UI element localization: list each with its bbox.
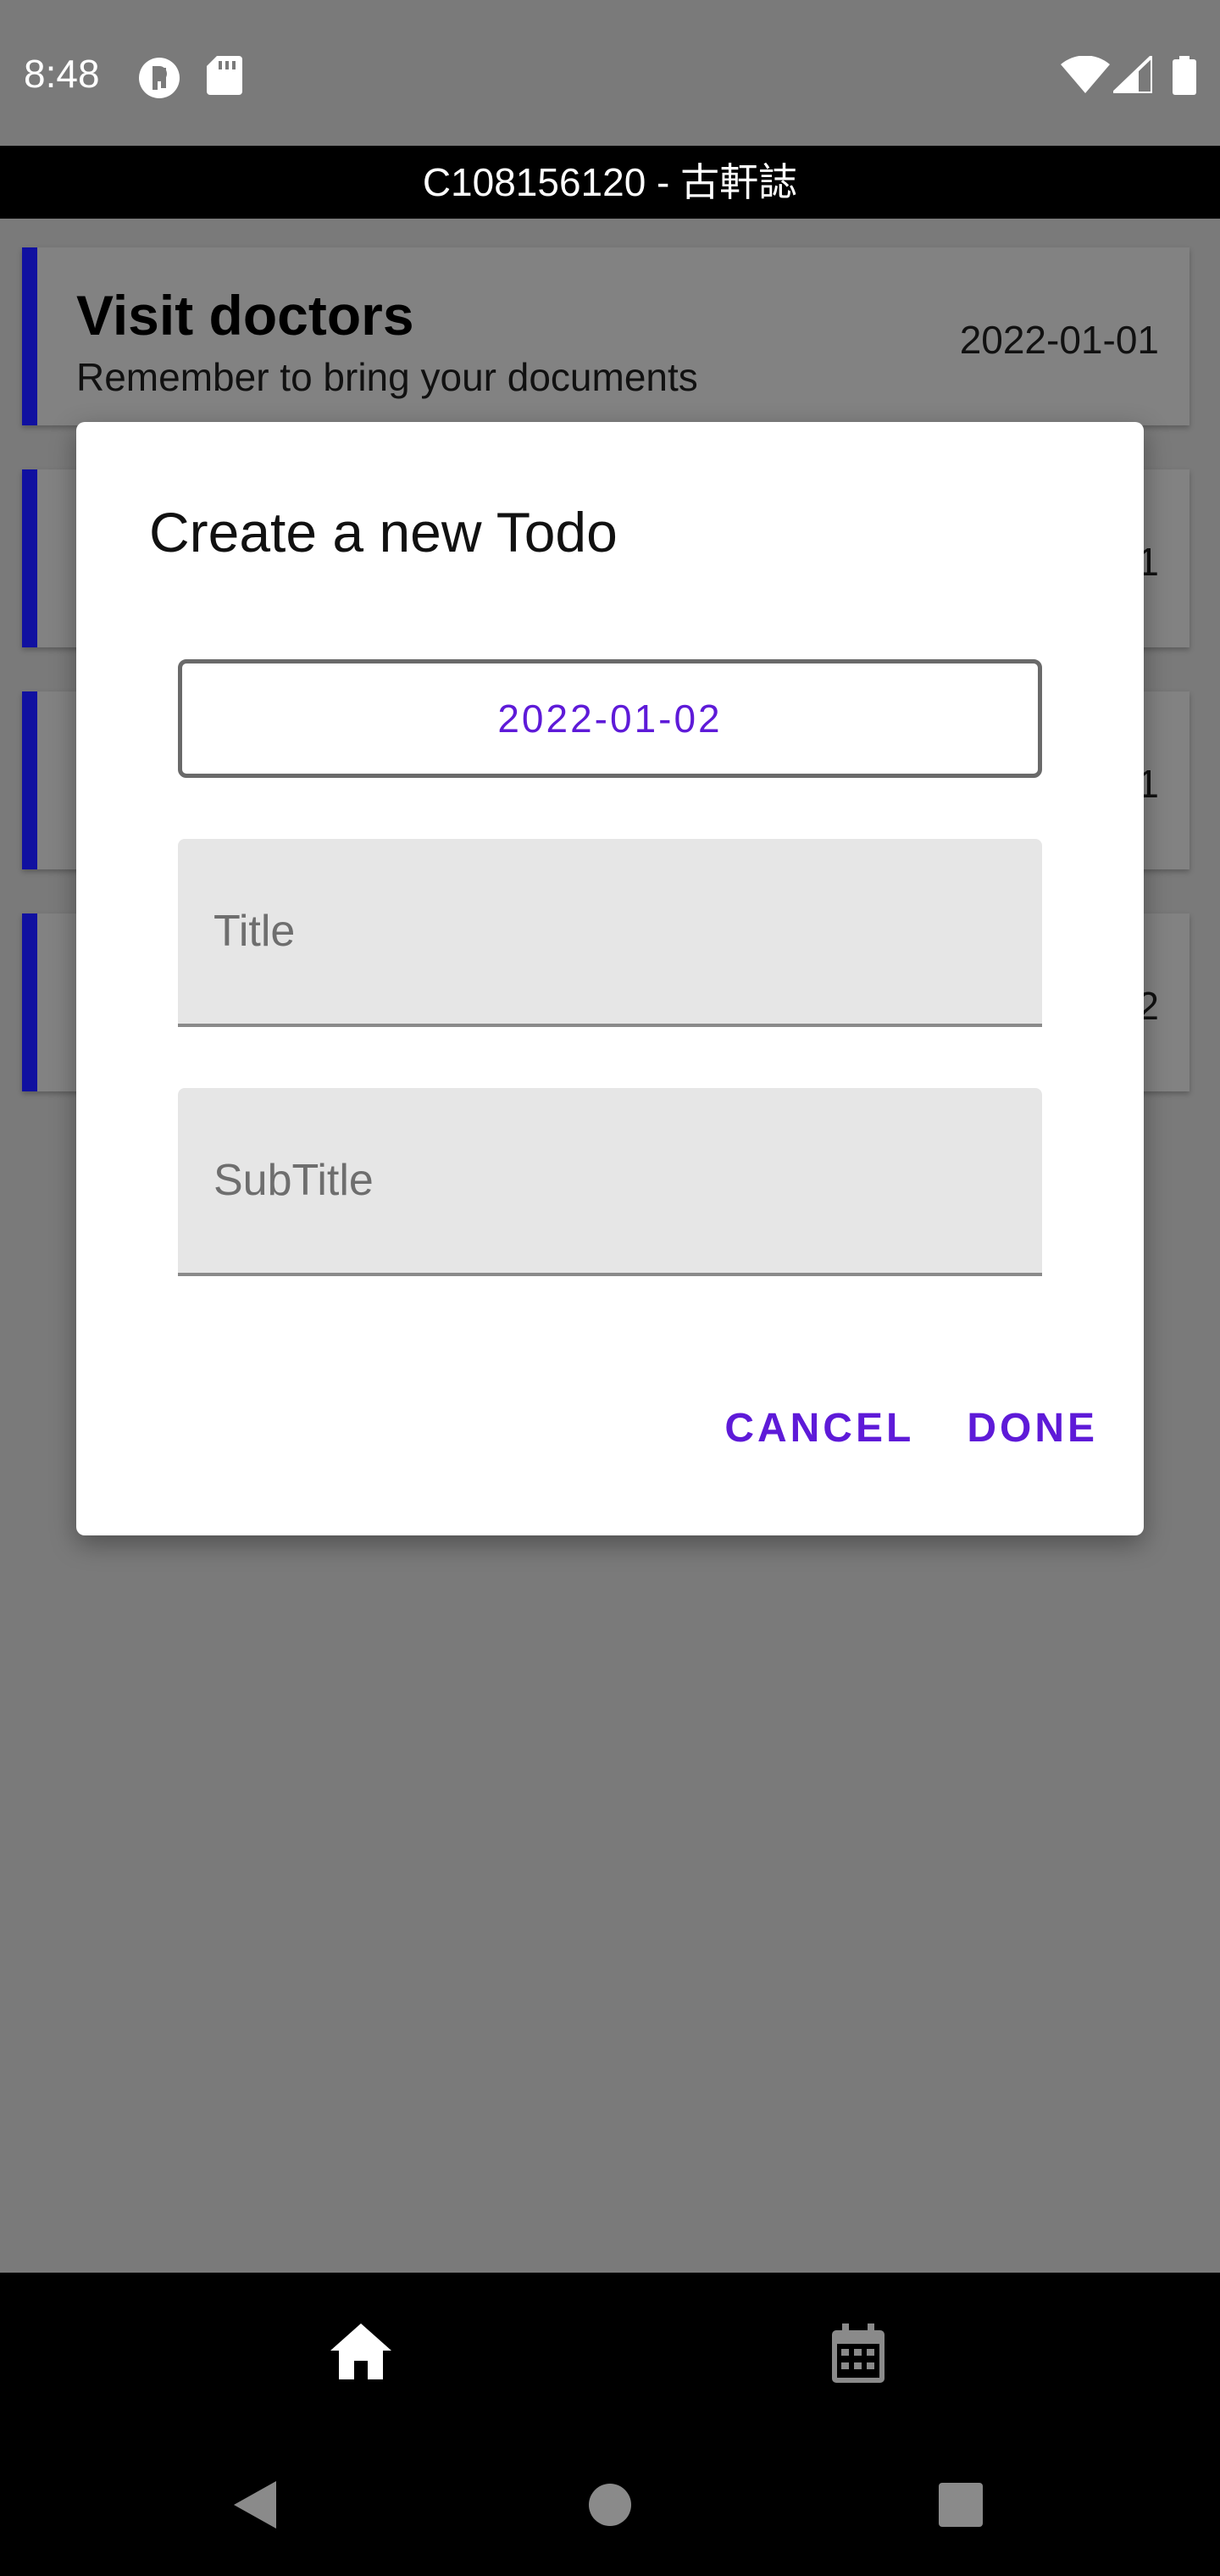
signal-icon [1109,52,1154,97]
date-picker-button[interactable]: 2022-01-02 [178,659,1042,778]
home-icon[interactable] [330,2323,391,2384]
home-circle-icon[interactable] [588,2483,632,2531]
card-accent-bar [22,691,37,869]
sd-card-icon [207,56,242,99]
title-field[interactable] [178,839,1042,1027]
back-icon[interactable] [234,2481,276,2533]
title-input[interactable] [178,839,1042,1024]
system-nav-bar [0,2434,1220,2576]
subtitle-field[interactable] [178,1088,1042,1276]
todo-title: Visit doctors [76,284,414,347]
dialog-actions: CANCEL DONE [724,1405,1098,1452]
date-picker-value: 2022-01-02 [497,697,723,741]
cancel-button[interactable]: CANCEL [724,1405,914,1452]
status-time: 8:48 [24,52,100,96]
wifi-icon [1061,55,1110,97]
todo-card[interactable]: Visit doctors Remember to bring your doc… [22,247,1190,425]
app-bar: C108156120 - 古軒誌 [0,146,1220,219]
subtitle-input[interactable] [178,1088,1042,1273]
status-bar: 8:48 [0,0,1220,146]
card-accent-bar [22,913,37,1091]
card-accent-bar [22,247,37,425]
card-accent-bar [22,469,37,647]
app-bar-title: C108156120 - 古軒誌 [422,160,798,204]
recents-icon[interactable] [939,2483,983,2531]
dialog-title: Create a new Todo [149,501,618,564]
battery-icon [1173,56,1196,99]
done-button[interactable]: DONE [967,1405,1098,1452]
bottom-nav [0,2273,1220,2434]
todo-subtitle: Remember to bring your documents [76,355,698,399]
notification-p-icon [137,56,181,104]
todo-date: 2022-01-01 [959,318,1159,362]
calendar-icon[interactable] [830,2323,886,2389]
create-todo-dialog: Create a new Todo 2022-01-02 CANCEL DONE [76,422,1144,1535]
